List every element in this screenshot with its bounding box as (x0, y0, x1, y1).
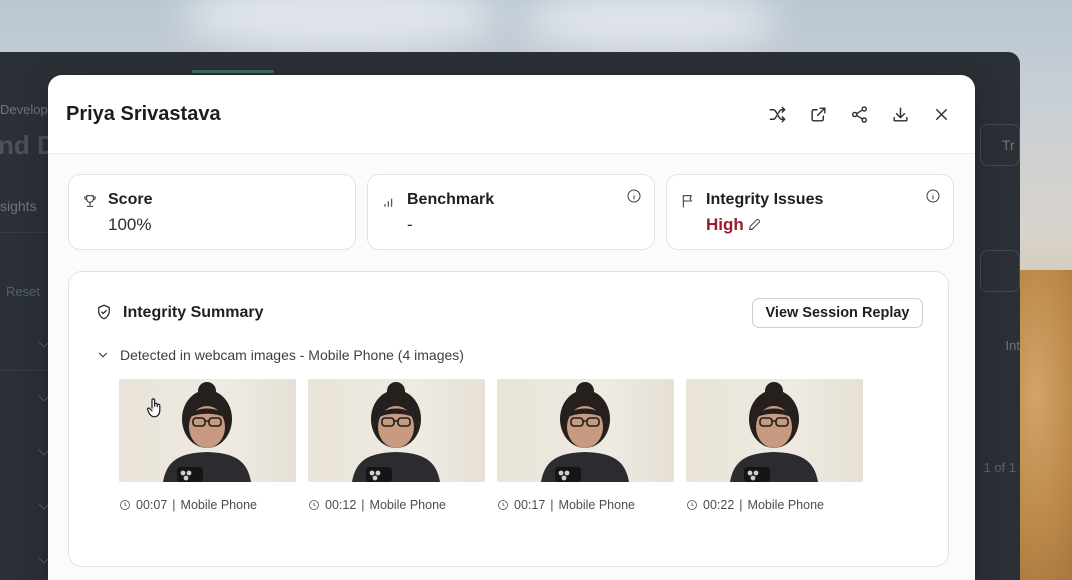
detected-label: Detected in webcam images - Mobile Phone… (120, 347, 464, 363)
benchmark-value: - (407, 215, 413, 234)
webcam-snapshot-picture (730, 382, 818, 482)
image-detection-label: Mobile Phone (180, 498, 257, 512)
flag-icon (682, 195, 692, 208)
image-detection-label: Mobile Phone (558, 498, 635, 512)
share-button[interactable] (844, 99, 875, 130)
active-tab-indicator (192, 70, 274, 73)
webcam-image-item: 00:17 | Mobile Phone (497, 379, 674, 512)
clock-icon (687, 500, 697, 510)
info-icon (926, 189, 940, 203)
integrity-issues-value: High (706, 215, 762, 235)
image-caption: 00:07 | Mobile Phone (119, 498, 296, 512)
shield-check-icon (98, 304, 110, 320)
chevron-down-icon (98, 352, 108, 358)
webcam-snapshot-picture (163, 382, 251, 482)
detected-webcam-toggle[interactable]: Detected in webcam images - Mobile Phone… (96, 347, 464, 363)
webcam-snapshot-picture (541, 382, 629, 482)
integrity-summary-title: Integrity Summary (123, 304, 264, 321)
background-cloud (180, 0, 500, 50)
caption-separator: | (172, 498, 176, 512)
image-caption: 00:17 | Mobile Phone (497, 498, 674, 512)
share-icon (851, 105, 868, 123)
shuffle-icon (769, 106, 786, 122)
benchmark-card: Benchmark - (367, 174, 655, 250)
background-tab-insights[interactable]: sights (0, 198, 37, 214)
image-timestamp: 00:17 (514, 498, 546, 512)
background-divider (0, 232, 48, 233)
score-label: Score (108, 191, 153, 208)
webcam-image[interactable] (119, 379, 296, 482)
webcam-thumbnails: 00:07 | Mobile Phone 00:12 | Mobile Phon… (119, 379, 863, 512)
background-divider (0, 370, 48, 371)
close-icon (936, 108, 947, 120)
webcam-snapshot-picture (352, 382, 440, 482)
download-button[interactable] (885, 99, 916, 130)
download-icon (893, 106, 908, 122)
webcam-image[interactable] (497, 379, 674, 482)
integrity-issues-card: Integrity Issues High (666, 174, 954, 250)
shuffle-button[interactable] (762, 99, 793, 130)
modal-header: Priya Srivastava (48, 75, 975, 154)
score-card: Score 100% (68, 174, 356, 250)
clock-icon (498, 500, 508, 510)
integrity-info-button[interactable] (925, 188, 941, 204)
pencil-icon (748, 218, 760, 230)
background-reset-link[interactable]: Reset (6, 284, 40, 299)
background-pager: 1 of 1 (983, 460, 1016, 475)
caption-separator: | (739, 498, 743, 512)
image-timestamp: 00:12 (325, 498, 357, 512)
open-external-icon (811, 106, 826, 122)
caption-separator: | (550, 498, 554, 512)
image-detection-label: Mobile Phone (747, 498, 824, 512)
integrity-issues-label: Integrity Issues (706, 191, 824, 208)
image-timestamp: 00:22 (703, 498, 735, 512)
candidate-name: Priya Srivastava (66, 102, 221, 125)
trophy-icon (84, 195, 96, 207)
header-actions (762, 99, 957, 130)
modal-body: Score 100% Benchmark - Integrity Issues … (48, 154, 975, 580)
clock-icon (309, 500, 319, 510)
bar-chart-icon (384, 198, 393, 207)
webcam-image-item: 00:22 | Mobile Phone (686, 379, 863, 512)
webcam-image[interactable] (686, 379, 863, 482)
caption-separator: | (361, 498, 365, 512)
benchmark-label: Benchmark (407, 191, 495, 208)
edit-integrity-button[interactable] (747, 217, 762, 232)
image-caption: 00:12 | Mobile Phone (308, 498, 485, 512)
background-column-header: Int (1005, 338, 1020, 353)
background-refresh-button[interactable] (980, 250, 1020, 292)
benchmark-info-button[interactable] (626, 188, 642, 204)
clock-icon (120, 500, 130, 510)
close-button[interactable] (926, 99, 957, 130)
score-value: 100% (108, 215, 152, 234)
image-timestamp: 00:07 (136, 498, 168, 512)
image-detection-label: Mobile Phone (369, 498, 446, 512)
background-try-button[interactable]: Tr (980, 124, 1020, 166)
open-external-button[interactable] (803, 99, 834, 130)
info-icon (627, 189, 641, 203)
background-breadcrumb: Develope (0, 102, 55, 117)
integrity-summary-panel: Integrity Summary View Session Replay De… (68, 271, 949, 567)
webcam-image[interactable] (308, 379, 485, 482)
image-caption: 00:22 | Mobile Phone (686, 498, 863, 512)
webcam-image-item: 00:12 | Mobile Phone (308, 379, 485, 512)
background-cloud (520, 0, 780, 50)
stat-cards: Score 100% Benchmark - Integrity Issues … (68, 174, 955, 250)
integrity-level-text: High (706, 215, 744, 234)
hand-cursor-icon (146, 397, 164, 419)
candidate-modal: Priya Srivastava Score 100% Benchmark - … (48, 75, 975, 580)
view-session-replay-button[interactable]: View Session Replay (752, 298, 923, 328)
